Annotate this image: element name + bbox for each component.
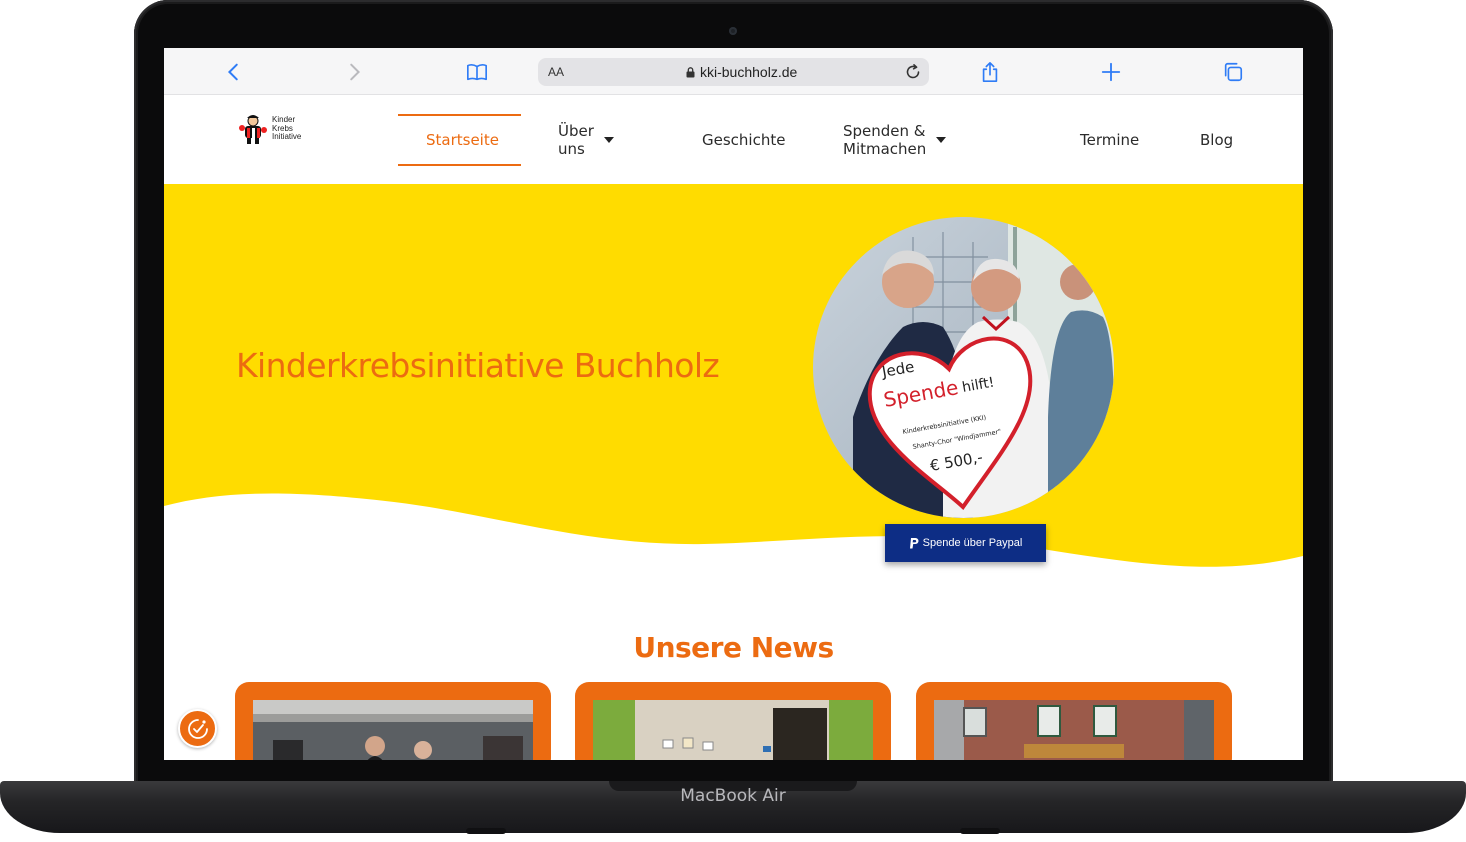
news-card[interactable] — [916, 682, 1232, 760]
news-card[interactable] — [235, 682, 551, 760]
logo-line: Initiative — [272, 132, 302, 142]
paypal-button-label: Spende über Paypal — [922, 537, 1023, 549]
news-heading: Unsere News — [633, 631, 834, 664]
webcam — [729, 27, 737, 35]
lock-icon — [686, 66, 695, 77]
accessibility-icon — [187, 718, 208, 739]
laptop-foot — [960, 828, 1000, 834]
laptop-foot — [466, 828, 506, 834]
paypal-donate-button[interactable]: Spende über Paypal — [885, 524, 1046, 562]
new-tab-icon[interactable] — [1098, 59, 1124, 85]
site-logo[interactable]: Kinder Krebs Initiative — [236, 111, 308, 147]
forward-icon[interactable] — [341, 59, 367, 85]
nav-label: Geschichte — [702, 130, 786, 149]
url-text: kki-buchholz.de — [700, 64, 798, 80]
nav-item-termine[interactable]: Termine — [1080, 95, 1139, 184]
screen: AA kki-buchholz.de Kinder Krebs Initiati… — [164, 48, 1303, 760]
hero-section: Kinderkrebsinitiative Buchholz Jede Spen… — [164, 184, 1303, 604]
hero-title: Kinderkrebsinitiative Buchholz — [236, 346, 720, 385]
nav-item-spenden-mitmachen[interactable]: Spenden & Mitmachen — [843, 95, 947, 184]
nav-item-startseite[interactable]: Startseite — [426, 95, 499, 184]
share-icon[interactable] — [977, 59, 1003, 85]
caret-down-icon — [936, 136, 947, 143]
news-card-image — [593, 700, 873, 760]
news-card-image — [934, 700, 1214, 760]
caret-down-icon — [603, 136, 614, 143]
accessibility-button[interactable] — [178, 709, 217, 748]
paypal-icon — [909, 537, 919, 548]
url-display[interactable]: kki-buchholz.de — [686, 64, 797, 80]
hero-yellow-wave — [164, 184, 1303, 567]
logo-wordmark: Kinder Krebs Initiative — [272, 116, 301, 142]
news-card[interactable] — [575, 682, 891, 760]
news-card-image — [253, 700, 533, 760]
reload-icon[interactable] — [903, 62, 923, 82]
donation-photo: Jede Spende hilft! Kinderkrebsinitiative… — [813, 217, 1114, 518]
nav-item-blog[interactable]: Blog — [1200, 95, 1233, 184]
text-size-button[interactable]: AA — [548, 65, 564, 79]
address-bar[interactable]: AA kki-buchholz.de — [538, 58, 929, 86]
nav-item-geschichte[interactable]: Geschichte — [702, 95, 785, 184]
nav-label: Startseite — [426, 130, 499, 149]
nav-label: Über uns — [558, 121, 594, 158]
bookmarks-icon[interactable] — [464, 59, 490, 85]
back-icon[interactable] — [221, 59, 247, 85]
nav-label: Blog — [1200, 130, 1234, 149]
donation-photo-image: Jede Spende hilft! Kinderkrebsinitiative… — [813, 217, 1114, 518]
device-label: MacBook Air — [680, 786, 786, 806]
nav-label: Spenden & Mitmachen — [843, 121, 927, 158]
tabs-overview-icon[interactable] — [1220, 59, 1246, 85]
browser-toolbar: AA kki-buchholz.de — [164, 48, 1303, 95]
nav-item-ueber-uns[interactable]: Über uns — [558, 95, 614, 184]
logo-mascot-icon — [239, 115, 267, 144]
nav-label: Termine — [1080, 130, 1140, 149]
site-header: Kinder Krebs Initiative Startseite Über … — [164, 95, 1303, 184]
